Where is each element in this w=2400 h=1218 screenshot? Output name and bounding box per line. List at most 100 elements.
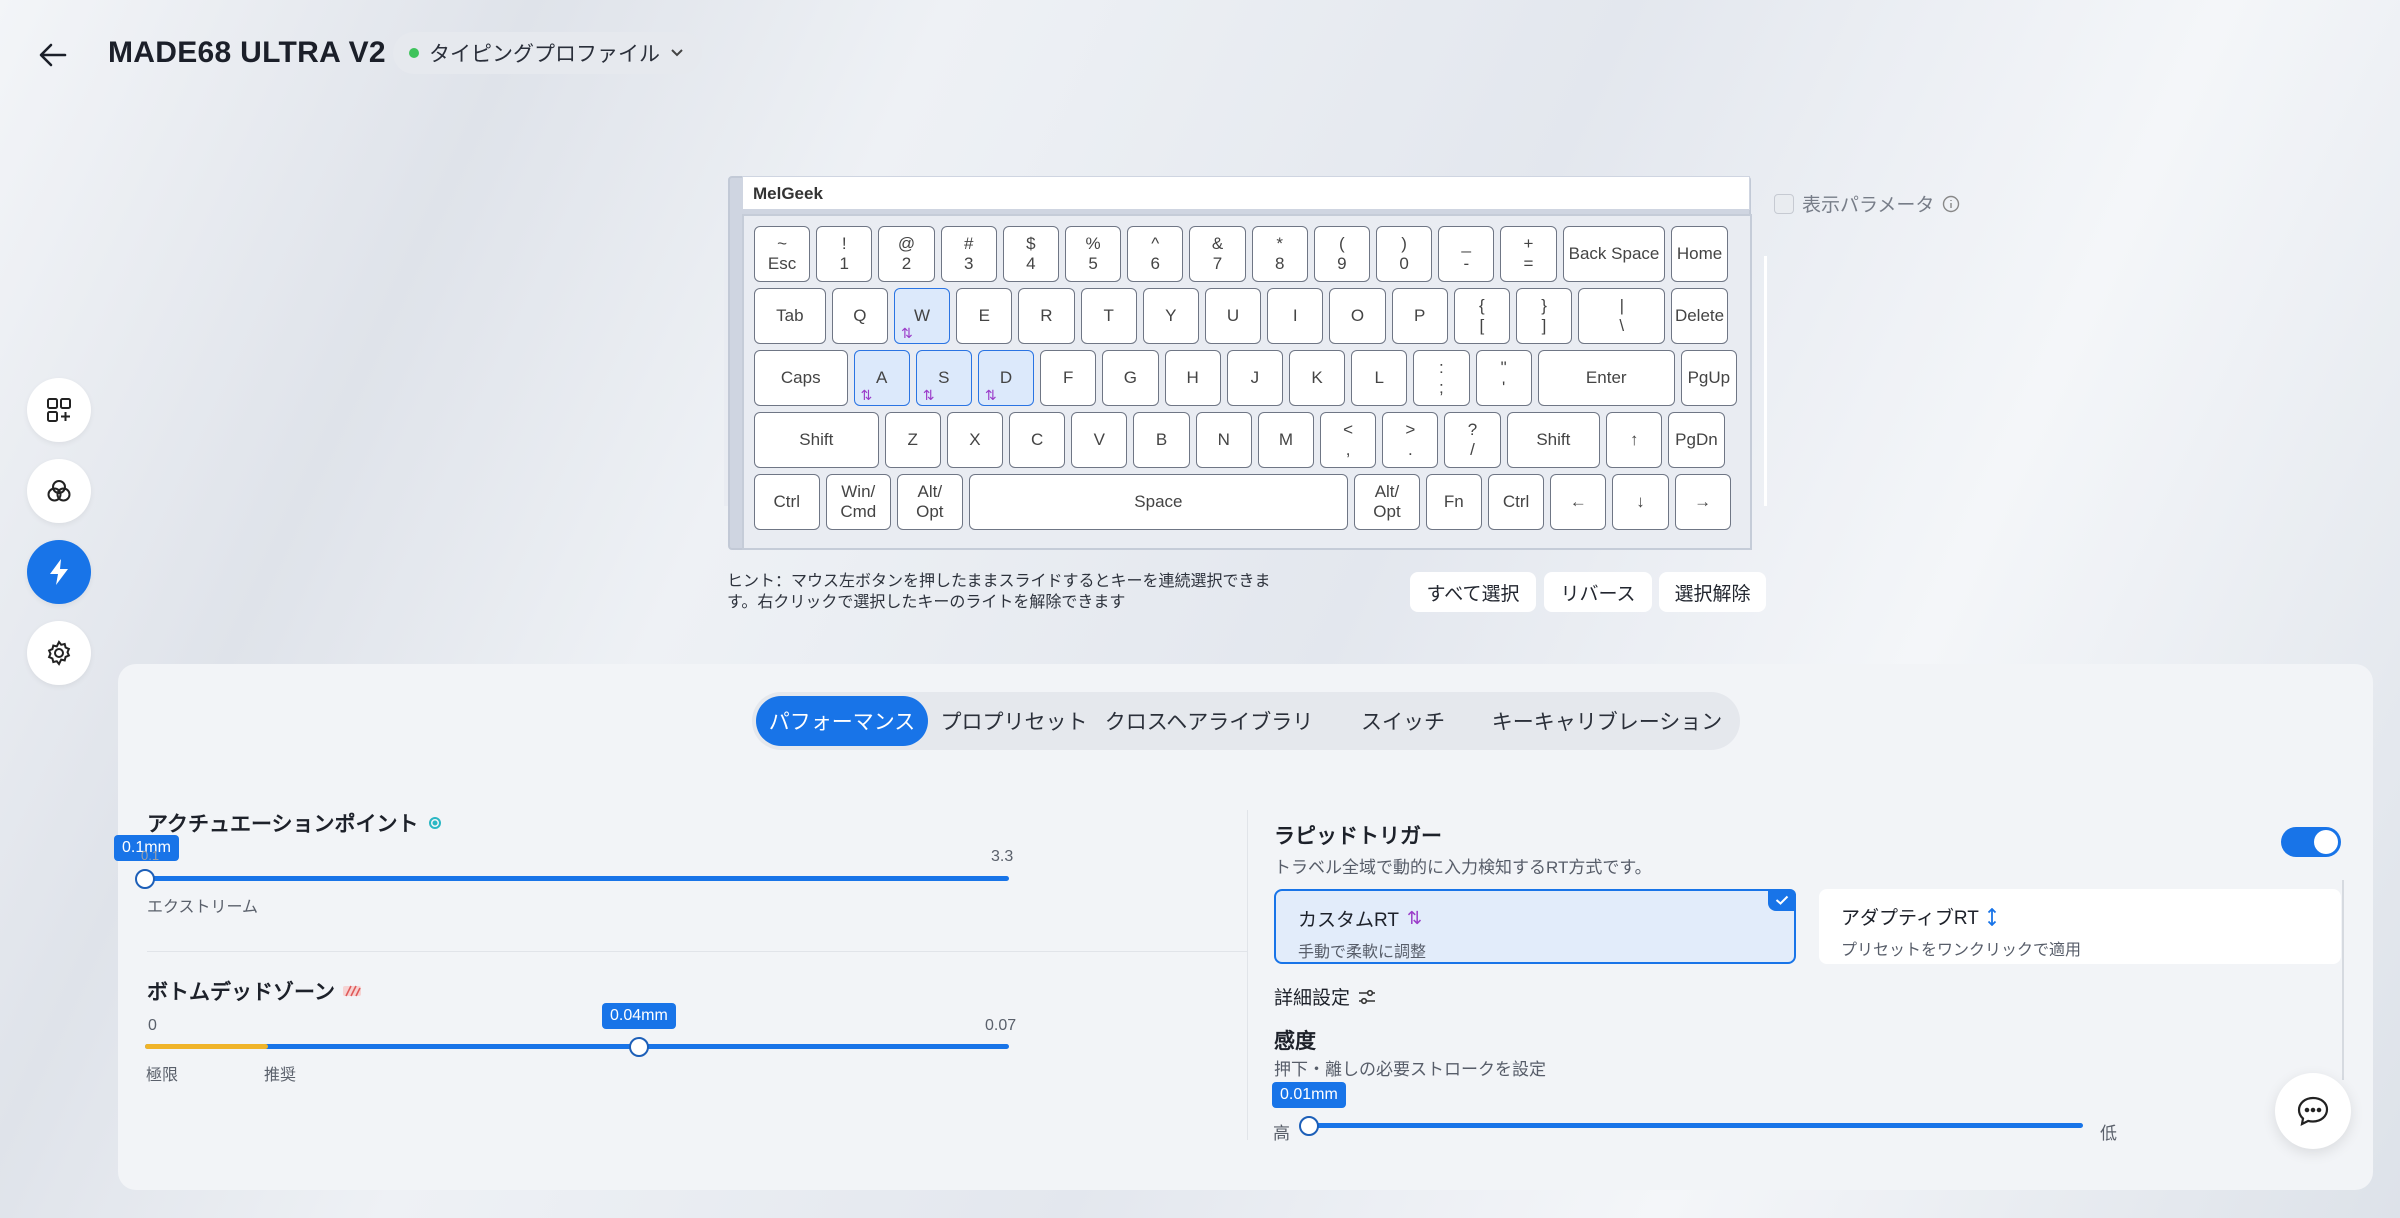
key-j[interactable]: J: [1226, 350, 1283, 407]
key-back-space[interactable]: Back Space: [1562, 226, 1666, 283]
key-l[interactable]: L: [1351, 350, 1408, 407]
rail-keymap-button[interactable]: [27, 378, 91, 442]
key-v[interactable]: V: [1071, 412, 1128, 469]
key-6[interactable]: ^ 6: [1127, 226, 1184, 283]
sensitivity-slider-track[interactable]: [1310, 1123, 2083, 1128]
key-t[interactable]: T: [1080, 288, 1137, 345]
key-ctrl[interactable]: Ctrl: [754, 474, 820, 531]
key-delete[interactable]: Delete: [1671, 288, 1728, 345]
key--[interactable]: ↓: [1612, 474, 1669, 531]
key--[interactable]: _ -: [1438, 226, 1495, 283]
key--[interactable]: →: [1674, 474, 1731, 531]
key-z[interactable]: Z: [884, 412, 941, 469]
rail-lighting-button[interactable]: [27, 459, 91, 523]
tab-key-calibration[interactable]: キーキャリブレーション: [1488, 696, 1726, 746]
rail-settings-button[interactable]: [27, 621, 91, 685]
lightning-icon: [50, 559, 68, 585]
key-legend: U: [1226, 306, 1240, 326]
key-w[interactable]: W ⇅: [893, 288, 951, 345]
key--[interactable]: ←: [1550, 474, 1607, 531]
rail-performance-button[interactable]: [27, 540, 91, 604]
key-x[interactable]: X: [946, 412, 1003, 469]
key-shift[interactable]: Shift: [1506, 412, 1601, 469]
key-4[interactable]: $4: [1002, 226, 1059, 283]
key-fn[interactable]: Fn: [1425, 474, 1482, 531]
key-9[interactable]: (9: [1313, 226, 1370, 283]
key-1[interactable]: ! 1: [816, 226, 873, 283]
key-home[interactable]: Home: [1671, 226, 1728, 283]
adaptive-rt-card[interactable]: アダプティブRT プリセットをワンクリックで適用: [1819, 889, 2341, 964]
sensitivity-slider-thumb[interactable]: [1299, 1116, 1319, 1136]
rapid-trigger-toggle[interactable]: [2281, 827, 2341, 857]
key-8[interactable]: * 8: [1251, 226, 1308, 283]
actuation-slider-track[interactable]: [145, 876, 1009, 881]
key-c[interactable]: C: [1009, 412, 1066, 469]
key-space[interactable]: Space: [968, 474, 1349, 531]
back-button[interactable]: [30, 32, 76, 78]
key-h[interactable]: H: [1164, 350, 1221, 407]
deselect-button[interactable]: 選択解除: [1659, 572, 1766, 612]
key--[interactable]: >.: [1382, 412, 1439, 469]
key-b[interactable]: B: [1133, 412, 1190, 469]
tab-performance[interactable]: パフォーマンス: [756, 696, 928, 746]
key-q[interactable]: Q: [831, 288, 888, 345]
key--[interactable]: }]: [1515, 288, 1573, 345]
key-top-legend: |: [1619, 296, 1624, 316]
tab-crosshair-library[interactable]: クロスヘアライブラリ: [1100, 696, 1318, 746]
key-cmd[interactable]: Win/Cmd: [825, 474, 892, 531]
key--[interactable]: | \: [1578, 288, 1666, 345]
key-f[interactable]: F: [1040, 350, 1097, 407]
key-s[interactable]: S ⇅: [915, 350, 972, 407]
key-7[interactable]: & 7: [1189, 226, 1246, 283]
deadzone-slider-thumb[interactable]: [628, 1037, 649, 1057]
key--[interactable]: <,: [1320, 412, 1377, 469]
actuation-slider-thumb[interactable]: [135, 869, 155, 889]
deadzone-slider-track[interactable]: [145, 1044, 1009, 1049]
key-i[interactable]: I: [1267, 288, 1324, 345]
key-0[interactable]: ) 0: [1376, 226, 1433, 283]
key-g[interactable]: G: [1102, 350, 1159, 407]
show-params-checkbox[interactable]: [1774, 193, 1794, 214]
key-e[interactable]: E: [956, 288, 1013, 345]
key-tab[interactable]: Tab: [754, 288, 826, 345]
key-o[interactable]: O: [1329, 288, 1386, 345]
key--[interactable]: :;: [1413, 350, 1470, 407]
key-n[interactable]: N: [1195, 412, 1252, 469]
key-d[interactable]: D ⇅: [977, 350, 1035, 407]
panel-scrollbar[interactable]: [2342, 880, 2344, 1080]
key-m[interactable]: M: [1257, 412, 1314, 469]
key-pgup[interactable]: PgUp: [1680, 350, 1737, 407]
key-2[interactable]: @2: [878, 226, 935, 283]
select-all-button[interactable]: すべて選択: [1410, 572, 1536, 612]
key-a[interactable]: A ⇅: [853, 350, 910, 407]
deadzone-max: 0.07: [985, 1017, 1017, 1034]
key--[interactable]: ? /: [1444, 412, 1501, 469]
key-opt[interactable]: Alt/Opt: [897, 474, 963, 531]
key--[interactable]: + =: [1500, 226, 1557, 283]
reverse-button[interactable]: リバース: [1544, 572, 1652, 612]
key-opt[interactable]: Alt/Opt: [1354, 474, 1420, 531]
key-y[interactable]: Y: [1142, 288, 1199, 345]
key-esc[interactable]: ~ Esc: [754, 226, 811, 283]
key-5[interactable]: % 5: [1065, 226, 1122, 283]
chat-button[interactable]: [2275, 1073, 2351, 1149]
key-k[interactable]: K: [1288, 350, 1346, 407]
key--[interactable]: " ': [1475, 350, 1532, 407]
tab-switch[interactable]: スイッチ: [1318, 696, 1488, 746]
key-caps[interactable]: Caps: [754, 350, 848, 407]
key-enter[interactable]: Enter: [1537, 350, 1675, 407]
key-ctrl[interactable]: Ctrl: [1487, 474, 1545, 531]
custom-rt-card[interactable]: カスタムRT ⇅ 手動で柔軟に調整: [1274, 889, 1796, 964]
key--[interactable]: {[: [1453, 288, 1510, 345]
key-shift[interactable]: Shift: [754, 412, 879, 469]
key-u[interactable]: U: [1204, 288, 1262, 345]
key-p[interactable]: P: [1391, 288, 1448, 345]
key-3[interactable]: #3: [940, 226, 997, 283]
advanced-settings-link[interactable]: 詳細設定: [1274, 983, 1376, 1010]
profile-dropdown[interactable]: タイピングプロファイル: [393, 32, 702, 74]
tab-pro-presets[interactable]: プロプリセット: [928, 696, 1100, 746]
key--[interactable]: ↑: [1606, 412, 1663, 469]
key-r[interactable]: R: [1018, 288, 1075, 345]
key-pgdn[interactable]: PgDn: [1668, 412, 1725, 469]
show-params-toggle[interactable]: 表示パラメータ: [1774, 190, 1960, 217]
